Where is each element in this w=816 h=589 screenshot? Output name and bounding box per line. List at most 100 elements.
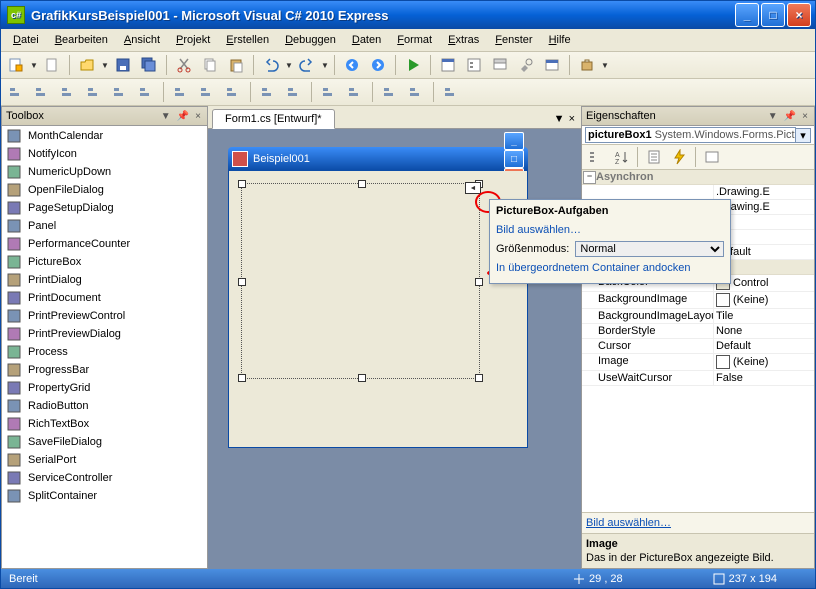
properties-commands[interactable]: Bild auswählen…	[582, 512, 814, 533]
same-height-button[interactable]	[195, 80, 219, 104]
dropdown-icon[interactable]: ▼	[159, 111, 173, 122]
bring-front-button[interactable]	[378, 80, 402, 104]
dropdown-icon[interactable]: ▼	[321, 61, 329, 70]
minimize-button[interactable]: _	[735, 3, 759, 27]
maximize-button[interactable]: □	[761, 3, 785, 27]
size-mode-select[interactable]: Normal	[575, 241, 724, 257]
alphabetical-button[interactable]: AZ	[609, 145, 633, 169]
resize-handle[interactable]	[238, 180, 246, 188]
collapser-icon[interactable]: −	[583, 171, 596, 184]
smarttag-panel[interactable]: PictureBox-Aufgaben Bild auswählen… Größ…	[489, 199, 731, 284]
resize-handle[interactable]	[238, 278, 246, 286]
property-row[interactable]: Image(Keine)	[582, 354, 814, 371]
resize-handle[interactable]	[358, 374, 366, 382]
same-size-button[interactable]	[221, 80, 245, 104]
resize-handle[interactable]	[475, 374, 483, 382]
toolbox-item-printpreviewdialog[interactable]: PrintPreviewDialog	[2, 325, 207, 343]
dropdown-icon[interactable]: ▼	[30, 61, 38, 70]
undo-button[interactable]	[259, 53, 283, 77]
property-row[interactable]: BackgroundImageLayoutTile	[582, 309, 814, 324]
dropdown-icon[interactable]: ▼	[101, 61, 109, 70]
tab-order-button[interactable]	[439, 80, 463, 104]
picturebox-control[interactable]	[241, 183, 480, 379]
copy-button[interactable]	[198, 53, 222, 77]
paste-button[interactable]	[224, 53, 248, 77]
toolbar-main[interactable]: ▼ ▼ ▼ ▼ ▼	[1, 52, 815, 79]
object-browser-button[interactable]	[488, 53, 512, 77]
tab-form-designer[interactable]: Form1.cs [Entwurf]*	[212, 109, 335, 129]
property-row[interactable]: CursorDefault	[582, 339, 814, 354]
new-project-button[interactable]	[4, 53, 28, 77]
resize-handle[interactable]	[238, 374, 246, 382]
close-icon[interactable]: ×	[567, 113, 577, 125]
toolbox-item-notifyicon[interactable]: NotifyIcon	[2, 145, 207, 163]
close-icon[interactable]: ×	[800, 111, 810, 122]
toolbox-item-serialport[interactable]: SerialPort	[2, 451, 207, 469]
categorized-button[interactable]	[584, 145, 608, 169]
pin-icon[interactable]: 📌	[175, 111, 191, 122]
center-v-button[interactable]	[343, 80, 367, 104]
start-page-button[interactable]	[540, 53, 564, 77]
resize-handle[interactable]	[358, 180, 366, 188]
close-icon[interactable]: ×	[193, 111, 203, 122]
menu-daten[interactable]: Daten	[344, 32, 389, 48]
align-right-button[interactable]	[56, 80, 80, 104]
toolbox-item-radiobutton[interactable]: RadioButton	[2, 397, 207, 415]
extension-manager-button[interactable]	[575, 53, 599, 77]
menu-extras[interactable]: Extras	[440, 32, 487, 48]
menu-hilfe[interactable]: Hilfe	[541, 32, 579, 48]
designer-canvas[interactable]: Beispiel001 _ □ ×	[208, 129, 581, 569]
navigate-fwd-button[interactable]	[366, 53, 390, 77]
toolbox-item-progressbar[interactable]: ProgressBar	[2, 361, 207, 379]
toolbox-item-propertygrid[interactable]: PropertyGrid	[2, 379, 207, 397]
toolbox-item-monthcalendar[interactable]: MonthCalendar	[2, 127, 207, 145]
toolbox-item-splitcontainer[interactable]: SplitContainer	[2, 487, 207, 505]
toolbox-list[interactable]: MonthCalendarNotifyIconNumericUpDownOpen…	[2, 126, 207, 568]
document-tabs[interactable]: Form1.cs [Entwurf]* ▼×	[208, 106, 581, 129]
menu-ansicht[interactable]: Ansicht	[116, 32, 168, 48]
solution-explorer-button[interactable]	[436, 53, 460, 77]
menu-format[interactable]: Format	[389, 32, 440, 48]
toolbox-item-printpreviewcontrol[interactable]: PrintPreviewControl	[2, 307, 207, 325]
new-file-button[interactable]	[40, 53, 64, 77]
pin-icon[interactable]: 📌	[782, 111, 798, 122]
titlebar[interactable]: c# GrafikKursBeispiel001 - Microsoft Vis…	[1, 1, 815, 29]
menu-debuggen[interactable]: Debuggen	[277, 32, 344, 48]
object-selector[interactable]: pictureBox1 System.Windows.Forms.Pict ▾	[582, 126, 814, 145]
properties-button[interactable]	[642, 145, 666, 169]
cut-button[interactable]	[172, 53, 196, 77]
property-row[interactable]: .Drawing.E	[582, 185, 814, 200]
close-button[interactable]: ×	[787, 3, 811, 27]
form-client-area[interactable]	[228, 171, 528, 448]
send-back-button[interactable]	[404, 80, 428, 104]
properties-toolbar[interactable]: AZ	[582, 145, 814, 170]
h-spacing-button[interactable]	[256, 80, 280, 104]
toolbox-item-printdialog[interactable]: PrintDialog	[2, 271, 207, 289]
dropdown-icon[interactable]: ▼	[285, 61, 293, 70]
toolbox-item-picturebox[interactable]: PictureBox	[2, 253, 207, 271]
open-button[interactable]	[75, 53, 99, 77]
smarttag-anchor[interactable]	[465, 182, 481, 194]
toolbox-item-process[interactable]: Process	[2, 343, 207, 361]
toolbox-item-savefiledialog[interactable]: SaveFileDialog	[2, 433, 207, 451]
dropdown-icon[interactable]: ▼	[766, 111, 780, 122]
toolbox-item-richtextbox[interactable]: RichTextBox	[2, 415, 207, 433]
form-window[interactable]: Beispiel001 _ □ ×	[228, 147, 528, 447]
property-row[interactable]: BackgroundImage(Keine)	[582, 292, 814, 309]
properties-header[interactable]: Eigenschaften ▼📌×	[582, 107, 814, 126]
choose-image-link[interactable]: Bild auswählen…	[586, 517, 671, 529]
toolbox-item-pagesetupdialog[interactable]: PageSetupDialog	[2, 199, 207, 217]
dropdown-icon[interactable]: ▾	[796, 128, 811, 143]
properties-window-button[interactable]	[462, 53, 486, 77]
choose-image-link[interactable]: Bild auswählen…	[496, 221, 724, 239]
toolbox-item-printdocument[interactable]: PrintDocument	[2, 289, 207, 307]
align-left-button[interactable]	[4, 80, 28, 104]
events-button[interactable]	[667, 145, 691, 169]
resize-handle[interactable]	[475, 278, 483, 286]
dropdown-icon[interactable]: ▼	[552, 113, 567, 125]
save-button[interactable]	[111, 53, 135, 77]
dock-in-parent-link[interactable]: In übergeordnetem Container andocken	[496, 259, 724, 277]
menu-datei[interactable]: Datei	[5, 32, 47, 48]
align-middle-button[interactable]	[108, 80, 132, 104]
menu-bearbeiten[interactable]: Bearbeiten	[47, 32, 116, 48]
